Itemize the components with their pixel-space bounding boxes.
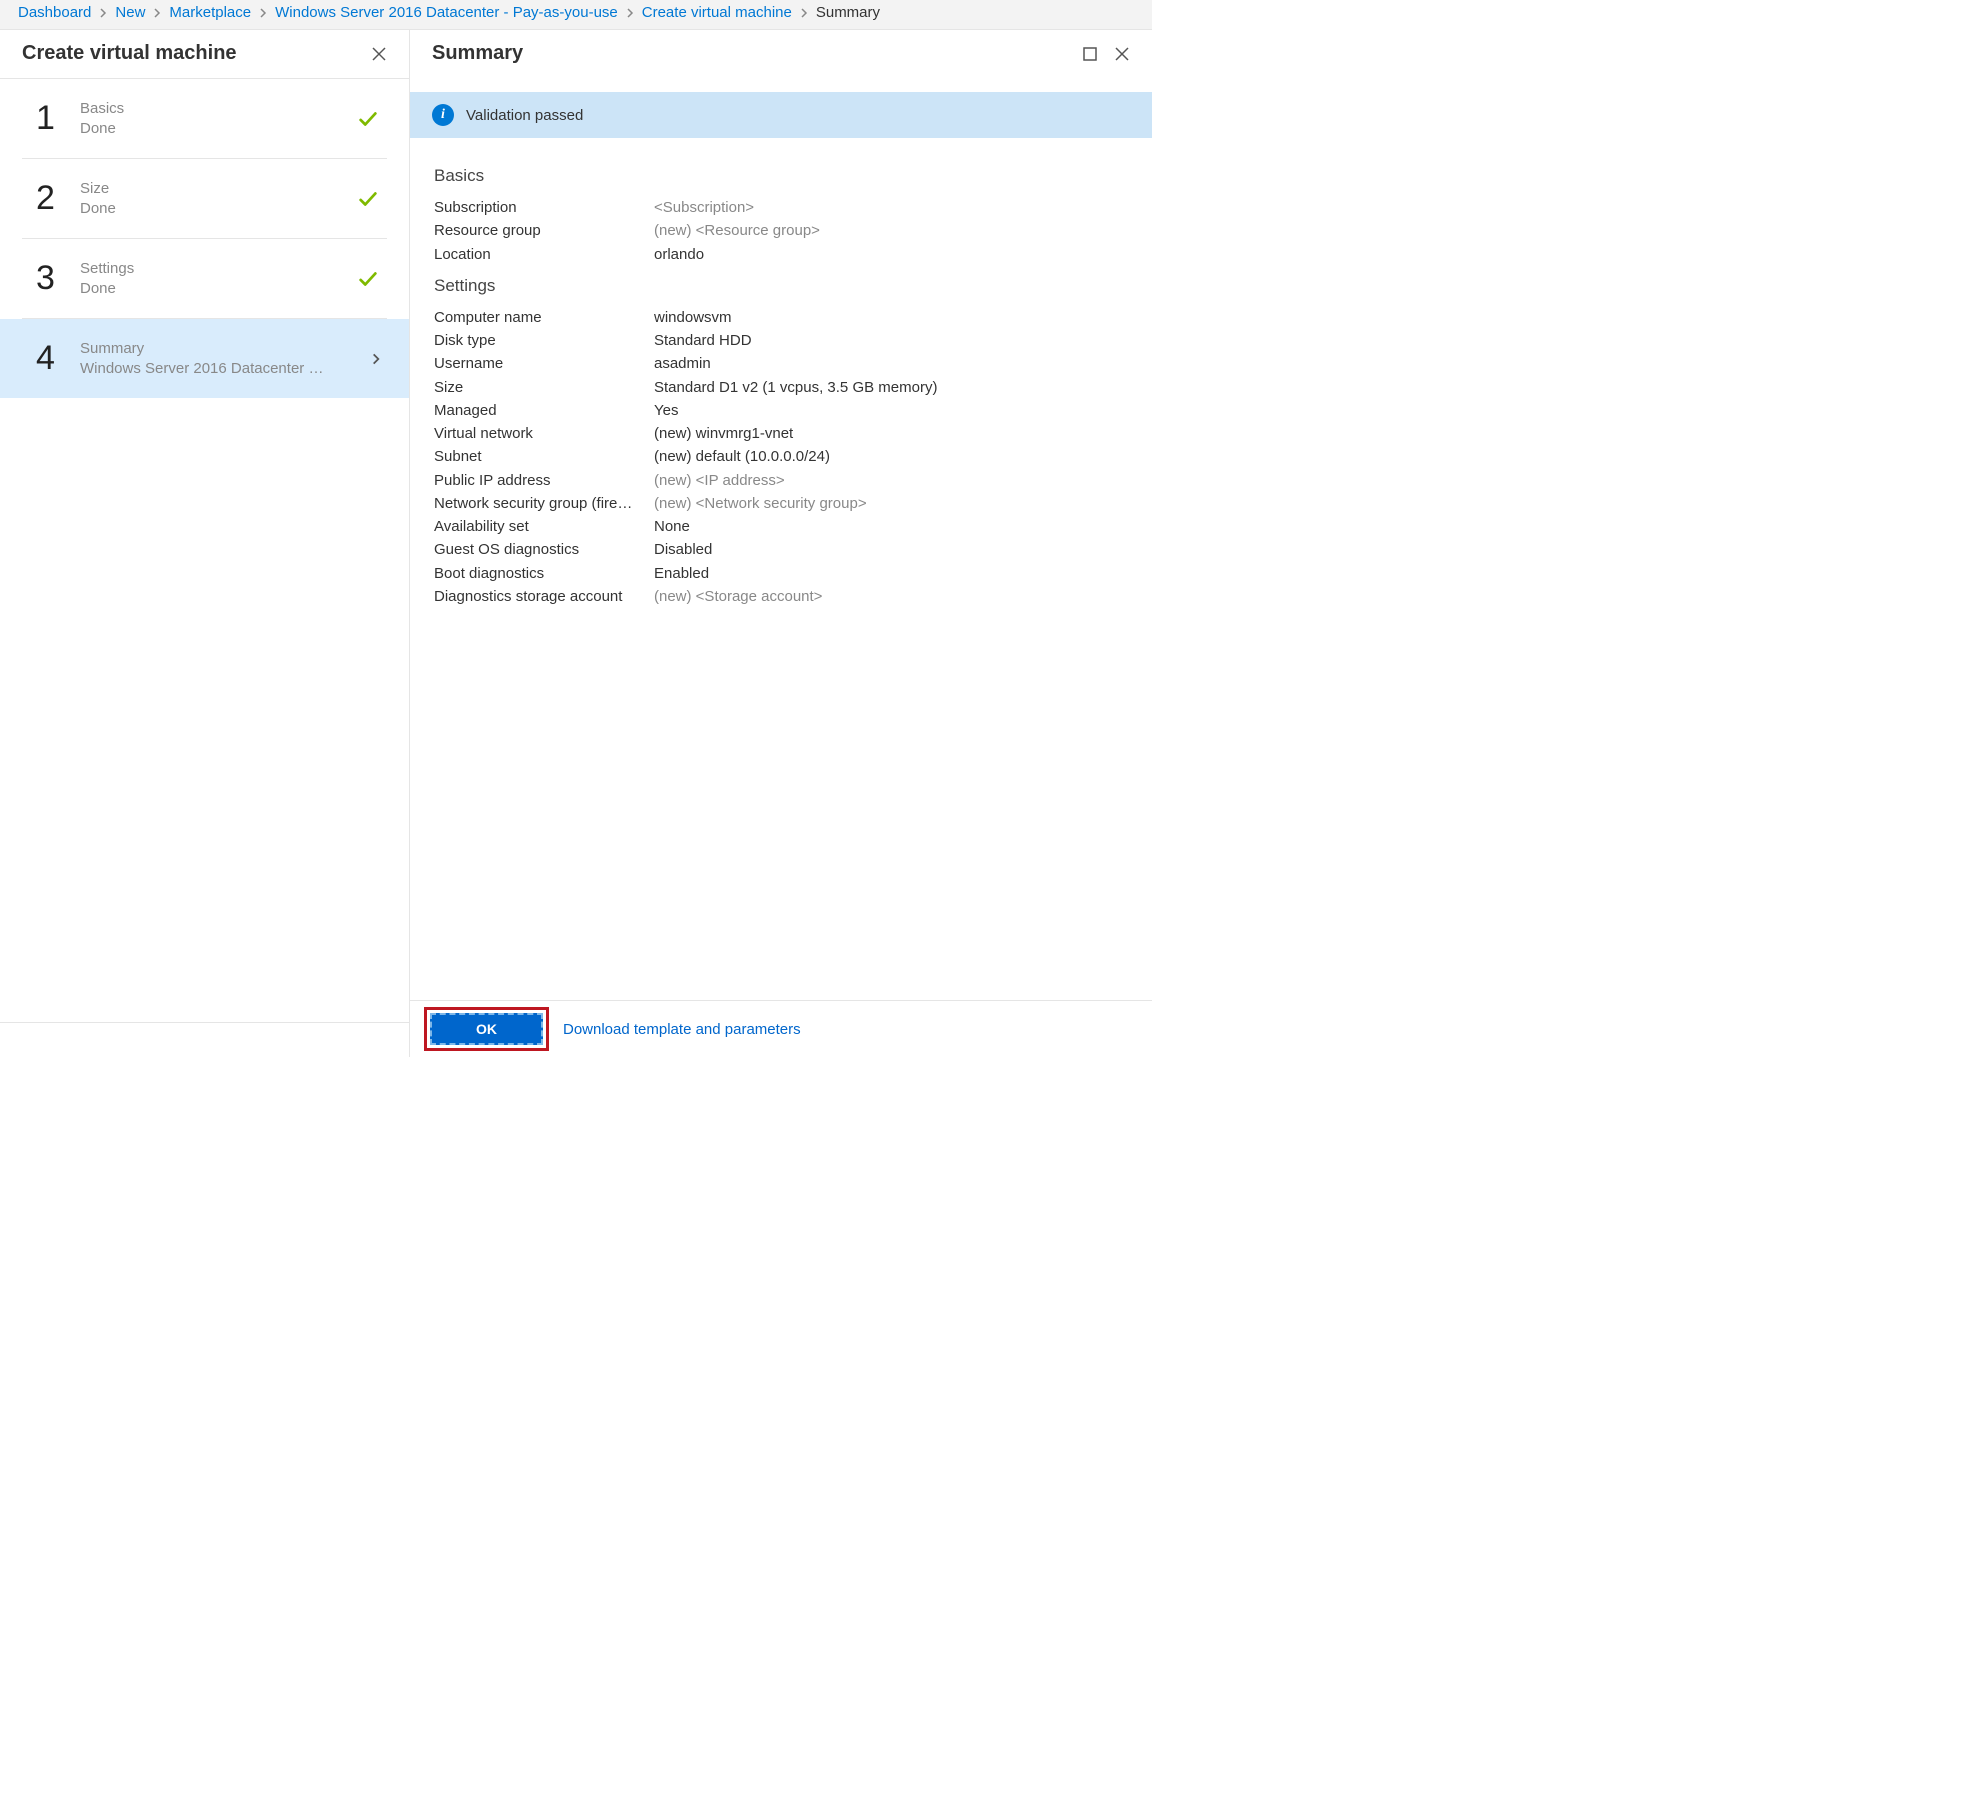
ok-button[interactable]: OK [430, 1013, 543, 1045]
chevron-right-icon [798, 6, 810, 23]
wizard-steps: 1 Basics Done 2 Size Done 3 Settings Done 4 Summar… [0, 78, 409, 1023]
summary-value: asadmin [654, 352, 1128, 375]
step-title: Settings [80, 260, 357, 277]
step-number: 1 [36, 99, 72, 138]
chevron-right-icon [97, 6, 109, 23]
step-title: Size [80, 180, 357, 197]
summary-row: Resource group(new) <Resource group> [434, 219, 1128, 242]
check-icon [357, 268, 379, 290]
close-icon[interactable] [369, 44, 389, 64]
summary-value: orlando [654, 243, 1128, 266]
chevron-right-icon [624, 6, 636, 23]
breadcrumb-item[interactable]: Dashboard [18, 4, 91, 21]
summary-row: Network security group (fire…(new) <Netw… [434, 492, 1128, 515]
summary-title: Summary [432, 42, 523, 65]
summary-key: Availability set [434, 515, 654, 538]
ok-highlight: OK [424, 1007, 549, 1051]
step-subtitle: Done [80, 120, 330, 137]
summary-body: Basics Subscription<Subscription>Resource… [410, 138, 1152, 1000]
chevron-right-icon [257, 6, 269, 23]
chevron-right-icon [151, 6, 163, 23]
breadcrumb-item[interactable]: Create virtual machine [642, 4, 792, 21]
summary-key: Guest OS diagnostics [434, 538, 654, 561]
summary-key: Public IP address [434, 469, 654, 492]
validation-banner: i Validation passed [410, 92, 1152, 138]
step-subtitle: Windows Server 2016 Datacenter … [80, 360, 330, 377]
summary-value: Standard HDD [654, 329, 1128, 352]
step-title: Summary [80, 340, 365, 357]
wizard-step-summary[interactable]: 4 Summary Windows Server 2016 Datacenter … [0, 319, 409, 398]
summary-row: Virtual network(new) winvmrg1-vnet [434, 422, 1128, 445]
summary-key: Subnet [434, 445, 654, 468]
summary-value: Enabled [654, 562, 1128, 585]
section-title: Basics [434, 166, 1128, 186]
step-number: 4 [36, 339, 72, 378]
summary-key: Managed [434, 399, 654, 422]
breadcrumb: Dashboard New Marketplace Windows Server 20… [0, 0, 1152, 30]
step-title: Basics [80, 100, 357, 117]
create-vm-title: Create virtual machine [22, 42, 237, 65]
summary-row: ManagedYes [434, 399, 1128, 422]
summary-row: Guest OS diagnosticsDisabled [434, 538, 1128, 561]
summary-value: (new) <Resource group> [654, 219, 1128, 242]
chevron-right-icon [365, 348, 387, 370]
step-number: 3 [36, 259, 72, 298]
summary-row: SizeStandard D1 v2 (1 vcpus, 3.5 GB memo… [434, 376, 1128, 399]
summary-value: <Subscription> [654, 196, 1128, 219]
summary-key: Subscription [434, 196, 654, 219]
close-icon[interactable] [1112, 44, 1132, 64]
step-number: 2 [36, 179, 72, 218]
summary-value: (new) <Storage account> [654, 585, 1128, 608]
check-icon [357, 108, 379, 130]
summary-value: (new) <Network security group> [654, 492, 1128, 515]
wizard-step-size[interactable]: 2 Size Done [22, 159, 387, 239]
summary-key: Virtual network [434, 422, 654, 445]
summary-value: (new) default (10.0.0.0/24) [654, 445, 1128, 468]
summary-key: Disk type [434, 329, 654, 352]
check-icon [357, 188, 379, 210]
create-vm-panel: Create virtual machine 1 Basics Done 2 Size D… [0, 30, 410, 1057]
breadcrumb-item: Summary [816, 4, 880, 21]
summary-key: Resource group [434, 219, 654, 242]
summary-value: (new) winvmrg1-vnet [654, 422, 1128, 445]
summary-row: Boot diagnosticsEnabled [434, 562, 1128, 585]
download-template-link[interactable]: Download template and parameters [563, 1021, 801, 1038]
summary-row: Public IP address(new) <IP address> [434, 469, 1128, 492]
wizard-step-basics[interactable]: 1 Basics Done [22, 79, 387, 159]
section-title: Settings [434, 276, 1128, 296]
summary-row: Computer namewindowsvm [434, 306, 1128, 329]
summary-row: Subscription<Subscription> [434, 196, 1128, 219]
summary-row: Locationorlando [434, 243, 1128, 266]
breadcrumb-item[interactable]: Windows Server 2016 Datacenter - Pay-as-… [275, 4, 618, 21]
summary-key: Computer name [434, 306, 654, 329]
summary-value: None [654, 515, 1128, 538]
breadcrumb-item[interactable]: New [115, 4, 145, 21]
summary-value: (new) <IP address> [654, 469, 1128, 492]
summary-key: Diagnostics storage account [434, 585, 654, 608]
summary-key: Network security group (fire… [434, 492, 654, 515]
summary-row: Usernameasadmin [434, 352, 1128, 375]
breadcrumb-item[interactable]: Marketplace [169, 4, 251, 21]
summary-row: Availability setNone [434, 515, 1128, 538]
summary-row: Diagnostics storage account(new) <Storag… [434, 585, 1128, 608]
summary-row: Disk typeStandard HDD [434, 329, 1128, 352]
summary-key: Boot diagnostics [434, 562, 654, 585]
info-icon: i [432, 104, 454, 126]
wizard-step-settings[interactable]: 3 Settings Done [22, 239, 387, 319]
summary-value: Yes [654, 399, 1128, 422]
summary-panel: Summary i Validation passed Basics Subscr… [410, 30, 1152, 1057]
summary-row: Subnet(new) default (10.0.0.0/24) [434, 445, 1128, 468]
validation-text: Validation passed [466, 107, 583, 124]
summary-key: Username [434, 352, 654, 375]
summary-footer: OK Download template and parameters [410, 1000, 1152, 1057]
summary-key: Size [434, 376, 654, 399]
summary-value: windowsvm [654, 306, 1128, 329]
maximize-icon[interactable] [1080, 44, 1100, 64]
step-subtitle: Done [80, 200, 330, 217]
summary-key: Location [434, 243, 654, 266]
summary-value: Disabled [654, 538, 1128, 561]
summary-value: Standard D1 v2 (1 vcpus, 3.5 GB memory) [654, 376, 1128, 399]
step-subtitle: Done [80, 280, 330, 297]
